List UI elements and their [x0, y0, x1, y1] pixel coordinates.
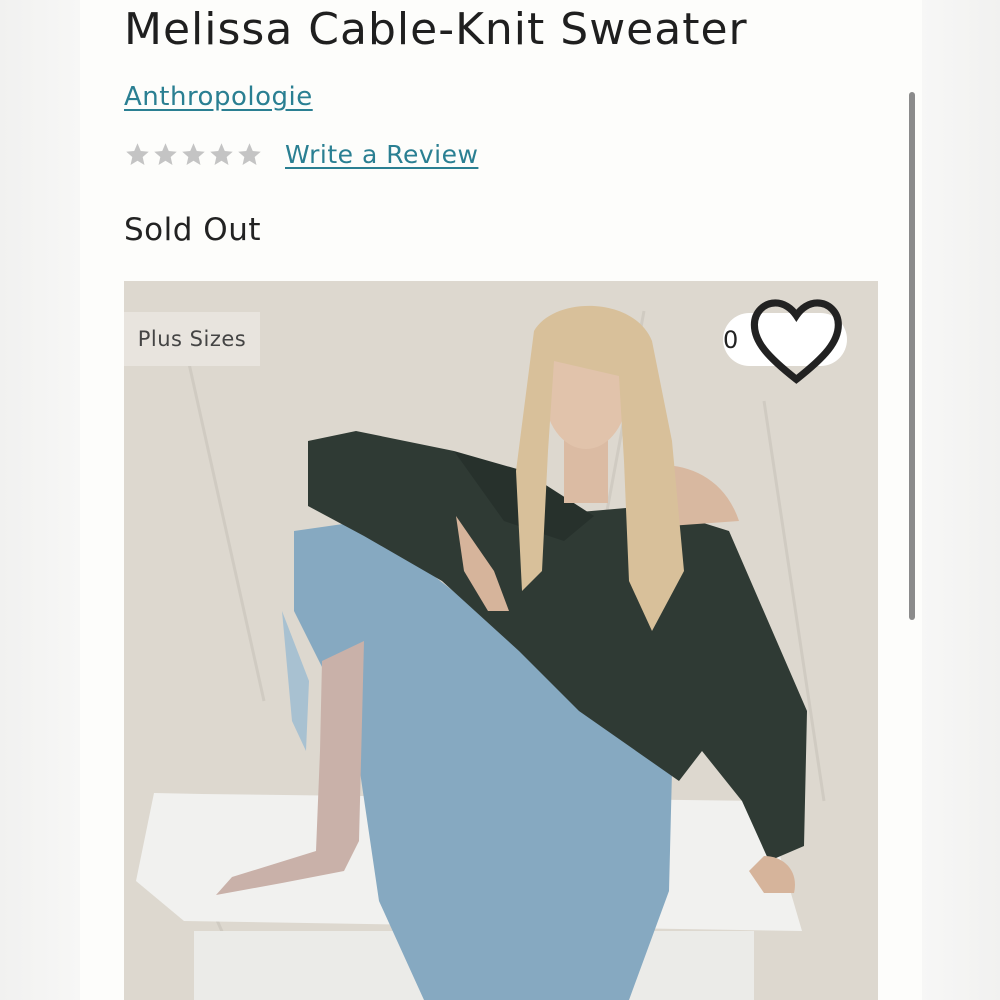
brand-link[interactable]: Anthropologie: [124, 82, 313, 112]
star-icon: [126, 143, 149, 165]
star-icon: [182, 143, 205, 165]
product-image[interactable]: Plus Sizes 0: [124, 281, 878, 1000]
favorite-count: 0: [723, 325, 739, 354]
scrollbar-thumb[interactable]: [909, 92, 915, 620]
star-icon: [154, 143, 177, 165]
left-margin: [0, 0, 80, 1000]
plus-sizes-badge: Plus Sizes: [124, 312, 260, 366]
favorite-button[interactable]: 0: [723, 299, 847, 384]
write-review-link[interactable]: Write a Review: [285, 140, 478, 169]
availability-status: Sold Out: [124, 212, 261, 248]
star-icon: [238, 143, 261, 165]
rating-row: Write a Review: [124, 140, 478, 169]
right-margin: [922, 0, 1000, 1000]
heart-icon: [751, 299, 843, 384]
star-rating[interactable]: [124, 141, 263, 168]
page: Melissa Cable-Knit Sweater Anthropologie…: [0, 0, 1000, 1000]
product-title: Melissa Cable-Knit Sweater: [124, 4, 748, 55]
star-icon: [210, 143, 233, 165]
